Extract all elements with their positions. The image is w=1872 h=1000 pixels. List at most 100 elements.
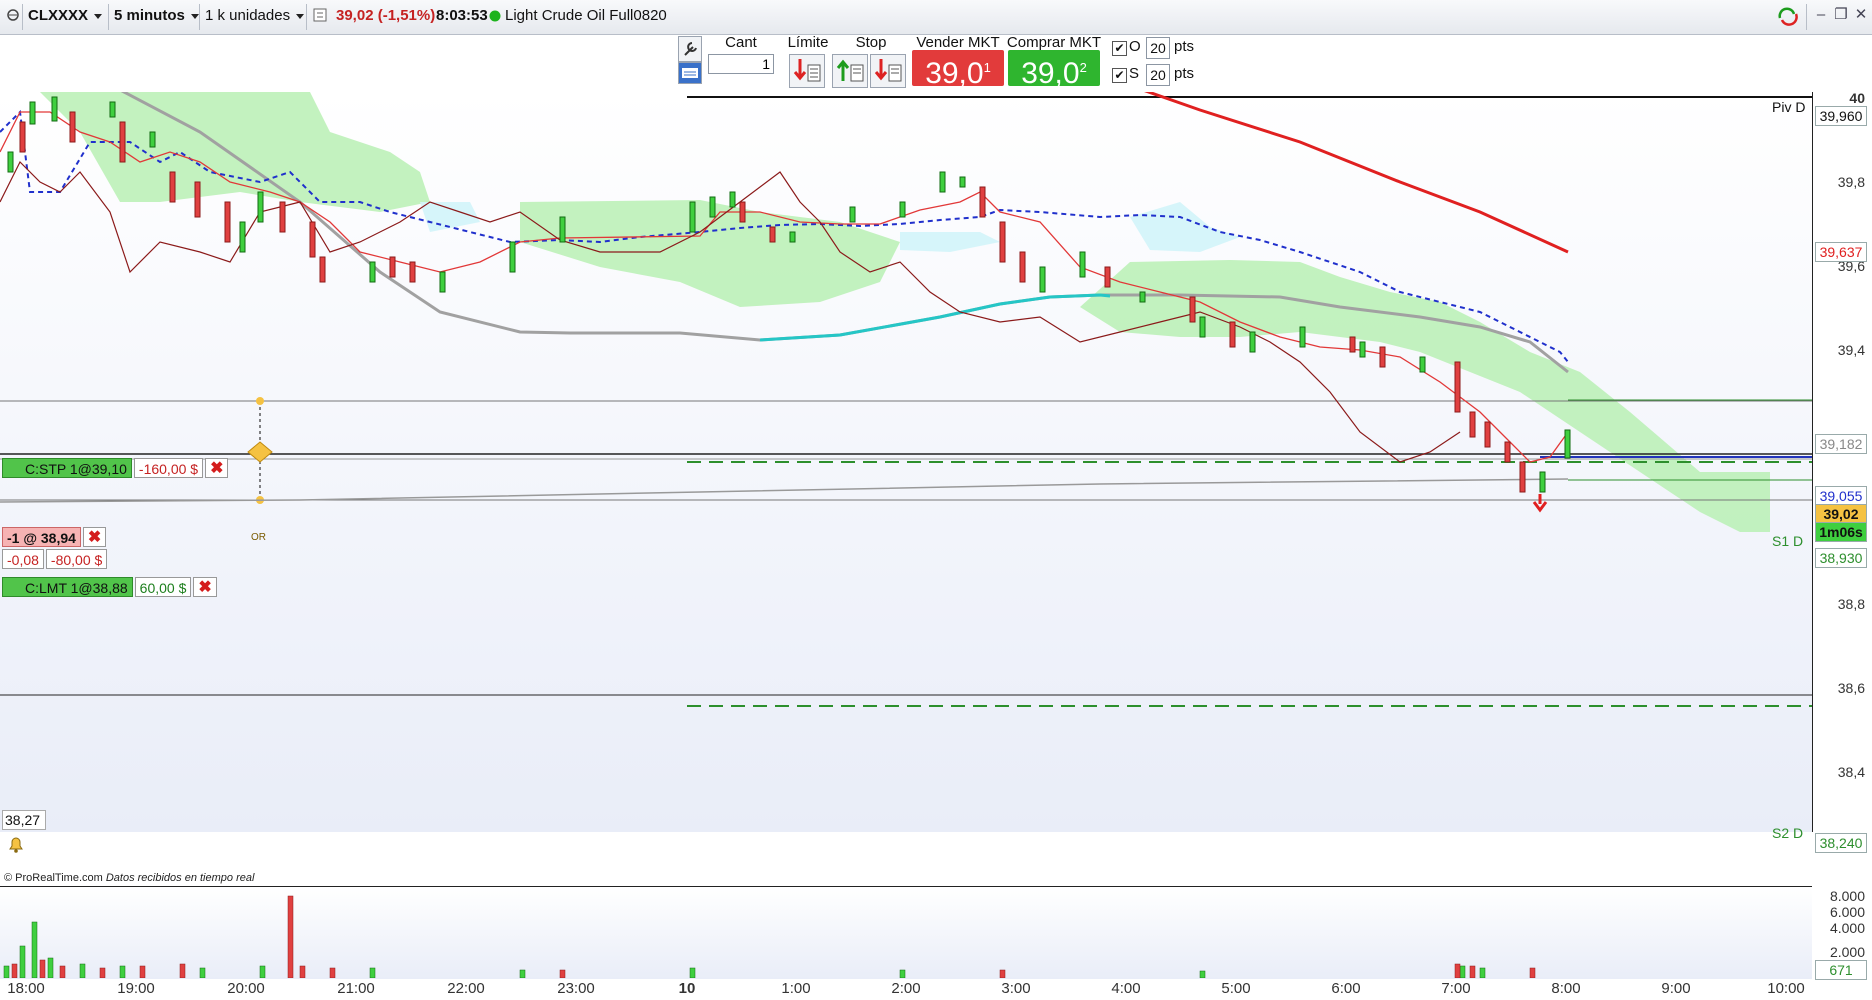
s-checkbox[interactable]: ✔ — [1112, 68, 1127, 83]
position-pnl-row: -0,08 -80,00 $ — [2, 549, 108, 569]
volume-bars — [3, 895, 1536, 978]
limit-order-pnl: 60,00 $ — [134, 577, 192, 597]
o-checkbox[interactable]: ✔ — [1112, 41, 1127, 56]
gray-ma-price-tag: 39,182 — [1815, 434, 1867, 454]
time-label: 19:00 — [117, 980, 155, 997]
candle-timer-tag: 1m06s — [1815, 522, 1867, 542]
stop-order-pnl: -160,00 $ — [133, 458, 204, 478]
ichimoku-cloud — [40, 92, 1770, 532]
instrument-name: Light Crude Oil Full0820 — [505, 7, 667, 24]
low-price-label: 38,27 — [2, 810, 46, 830]
stop-order-label[interactable]: C:STP 1@39,10 — [2, 458, 132, 478]
axis-label-388: 38,8 — [1837, 596, 1865, 612]
time-label: 6:00 — [1331, 980, 1361, 997]
clock-time: 8:03:53 — [436, 7, 488, 24]
s-pts-label: pts — [1174, 65, 1195, 82]
lower-gray-line — [0, 478, 1569, 503]
sell-mkt-label: Vender MKT — [916, 34, 1000, 51]
o-pts-input[interactable]: 20 — [1146, 37, 1170, 59]
time-label: 4:00 — [1111, 980, 1141, 997]
vol-label-8000: 8.000 — [1829, 888, 1865, 904]
time-label-day: 10 — [678, 980, 696, 997]
minimize-icon[interactable]: – — [1812, 6, 1830, 24]
limit-order-tag[interactable]: C:LMT 1@38,88 60,00 $ ✖ — [2, 577, 217, 597]
s2-d-label: S2 D — [1772, 825, 1804, 841]
time-label: 22:00 — [447, 980, 485, 997]
kijun-price-tag: 39,055 — [1815, 486, 1867, 506]
units-dropdown[interactable]: 1 k unidades — [205, 5, 304, 27]
vol-label-6000: 6.000 — [1829, 904, 1865, 920]
qty-input[interactable] — [708, 54, 774, 74]
stop-label: Stop — [855, 34, 887, 51]
alert-bell-icon[interactable] — [6, 834, 26, 857]
qty-label: Cant — [725, 34, 757, 51]
keyboard-icon[interactable] — [678, 62, 702, 84]
limit-order-label[interactable]: C:LMT 1@38,88 — [2, 577, 133, 597]
vol-label-2000: 2.000 — [1829, 944, 1865, 960]
axis-label-394: 39,4 — [1837, 342, 1865, 358]
cancel-stop-icon[interactable]: ✖ — [205, 458, 229, 478]
watermark: © ProRealTime.com Datos recibidos en tie… — [4, 872, 255, 884]
wrench-icon[interactable] — [678, 36, 702, 62]
time-label: 10:00 — [1767, 980, 1805, 997]
price-axis[interactable]: 40 39,8 39,6 39,4 38,8 38,6 38,4 39,960 … — [1812, 90, 1872, 980]
buy-mkt-label: Comprar MKT — [1006, 34, 1102, 51]
time-label: 7:00 — [1441, 980, 1471, 997]
time-label: 5:00 — [1221, 980, 1251, 997]
cancel-limit-icon[interactable]: ✖ — [193, 577, 217, 597]
axis-label-40: 40 — [1849, 90, 1865, 106]
position-pnl: -80,00 $ — [45, 549, 108, 569]
time-label: 23:00 — [557, 980, 595, 997]
oco-label: OR — [251, 532, 266, 543]
status-dot-icon — [489, 5, 501, 27]
position-tag[interactable]: -1 @ 38,94 ✖ — [2, 527, 107, 547]
stop-sell-button[interactable] — [870, 54, 906, 88]
piv-d-label: Piv D — [1772, 99, 1806, 115]
position-label[interactable]: -1 @ 38,94 — [2, 527, 81, 547]
s-label: S — [1129, 65, 1140, 82]
time-axis[interactable]: 18:00 19:00 20:00 21:00 22:00 23:00 10 1… — [0, 978, 1812, 1000]
s1-price-tag: 38,930 — [1815, 548, 1867, 568]
s-pts-input[interactable]: 20 — [1146, 64, 1170, 86]
close-position-icon[interactable]: ✖ — [82, 527, 107, 547]
o-label: O — [1129, 38, 1141, 55]
sync-icon[interactable] — [1776, 6, 1800, 26]
oco-top-handle[interactable] — [256, 397, 264, 405]
chart-canvas — [0, 92, 1812, 707]
volume-last-tag: 671 — [1815, 960, 1867, 980]
limit-label: Límite — [787, 34, 829, 51]
sell-market-button[interactable]: 39,01 — [912, 50, 1004, 90]
price-change: 39,02 (-1,51%) — [336, 7, 436, 24]
symbol-dropdown[interactable]: CLXXXX — [28, 5, 102, 27]
pivot-price-tag: 39,960 — [1815, 106, 1867, 126]
toolbar: CLXXXX 5 minutos 1 k unidades 39,02 (-1,… — [0, 0, 1872, 35]
order-panel: Cant Límite Stop Vender MKT 39,01 Compra… — [676, 34, 1196, 90]
last-price-tag: 39,02 — [1815, 504, 1867, 524]
time-label: 21:00 — [337, 980, 375, 997]
time-label: 20:00 — [227, 980, 265, 997]
axis-label-386: 38,6 — [1837, 680, 1865, 696]
red-ma-price-tag: 39,637 — [1815, 242, 1867, 262]
s2-price-tag: 38,240 — [1815, 833, 1867, 853]
sell-signal-arrow — [1532, 494, 1548, 513]
instrument-settings-icon[interactable] — [312, 5, 328, 27]
time-label: 1:00 — [781, 980, 811, 997]
time-label: 2:00 — [891, 980, 921, 997]
position-pts: -0,08 — [2, 549, 44, 569]
interval-dropdown[interactable]: 5 minutos — [114, 5, 199, 27]
time-label: 18:00 — [7, 980, 45, 997]
time-label: 8:00 — [1551, 980, 1581, 997]
o-pts-label: pts — [1174, 38, 1195, 55]
buy-market-button[interactable]: 39,02 — [1008, 50, 1100, 90]
restore-icon[interactable]: ❐ — [1832, 6, 1850, 24]
vol-label-4000: 4.000 — [1829, 920, 1865, 936]
s1-d-label: S1 D — [1772, 533, 1804, 549]
app-menu-icon[interactable] — [6, 5, 20, 27]
limit-order-button[interactable] — [789, 54, 825, 88]
stop-order-tag[interactable]: C:STP 1@39,10 -160,00 $ ✖ — [2, 458, 229, 478]
time-label: 9:00 — [1661, 980, 1691, 997]
time-label: 3:00 — [1001, 980, 1031, 997]
axis-label-384: 38,4 — [1837, 764, 1865, 780]
close-icon[interactable]: ✕ — [1852, 6, 1870, 24]
stop-buy-button[interactable] — [832, 54, 868, 88]
